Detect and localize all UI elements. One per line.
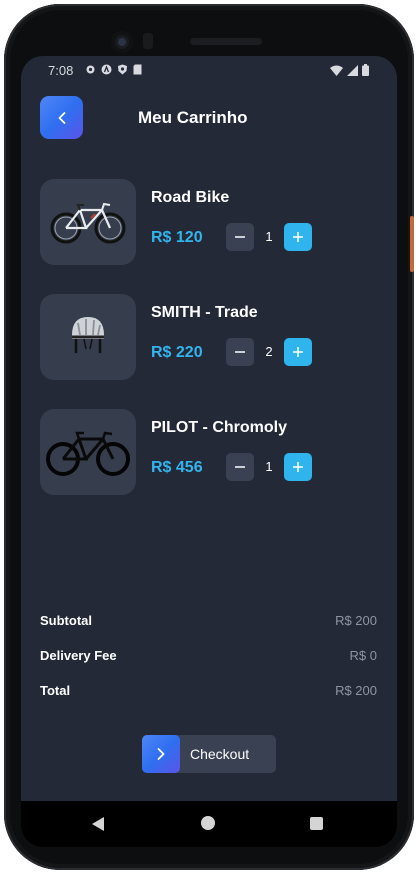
nav-home-icon[interactable] [201, 816, 215, 830]
subtotal-value: R$ 200 [335, 613, 377, 628]
item-price: R$ 220 [151, 344, 203, 361]
app-screen: 7:08 Meu Carrinho Road Bike R$ 120 1 SMI… [21, 56, 397, 801]
minus-icon [235, 351, 245, 353]
decrease-quantity-button[interactable] [226, 338, 254, 366]
product-image [40, 409, 136, 495]
quantity-value: 1 [265, 229, 273, 244]
delivery-fee-row: Delivery Fee R$ 0 [40, 648, 377, 668]
checkout-button[interactable]: Checkout [142, 735, 276, 773]
chevron-right-icon [157, 748, 165, 760]
road-bike-image [50, 202, 126, 244]
status-notification-icons [85, 64, 142, 75]
delivery-fee-label: Delivery Fee [40, 648, 117, 663]
product-image [40, 179, 136, 265]
status-bar: 7:08 [21, 56, 397, 84]
cart-item: PILOT - Chromoly R$ 456 1 [40, 409, 380, 495]
black-bike-image [46, 431, 130, 476]
plus-icon [293, 347, 303, 357]
earpiece-speaker [190, 38, 262, 45]
helmet-image [72, 317, 104, 353]
battery-icon [362, 64, 369, 76]
decrease-quantity-button[interactable] [226, 453, 254, 481]
status-system-icons [330, 64, 369, 76]
gear-icon [86, 65, 95, 74]
shield-icon [118, 64, 127, 75]
plus-icon [293, 462, 303, 472]
decrease-quantity-button[interactable] [226, 223, 254, 251]
chevron-left-icon [58, 111, 65, 124]
item-price: R$ 456 [151, 459, 203, 476]
nav-back-icon[interactable] [91, 817, 105, 831]
total-value: R$ 200 [335, 683, 377, 698]
item-name: SMITH - Trade [151, 304, 258, 321]
checkout-icon-box [142, 735, 180, 773]
item-name: Road Bike [151, 189, 230, 206]
quantity-value: 1 [265, 459, 273, 474]
plus-icon [293, 232, 303, 242]
minus-icon [235, 236, 245, 238]
delivery-fee-value: R$ 0 [349, 648, 377, 663]
total-row: Total R$ 200 [40, 683, 377, 703]
increase-quantity-button[interactable] [284, 453, 312, 481]
cart-item: SMITH - Trade R$ 220 2 [40, 294, 380, 380]
nav-recents-icon[interactable] [310, 817, 323, 830]
increase-quantity-button[interactable] [284, 223, 312, 251]
system-nav-bar [21, 801, 397, 847]
signal-icon [347, 64, 358, 76]
subtotal-row: Subtotal R$ 200 [40, 613, 377, 633]
wifi-icon [330, 65, 343, 76]
item-price: R$ 120 [151, 229, 203, 246]
front-camera [111, 31, 133, 53]
increase-quantity-button[interactable] [284, 338, 312, 366]
subtotal-label: Subtotal [40, 613, 92, 628]
back-button[interactable] [40, 96, 83, 139]
proximity-sensor [143, 33, 153, 49]
page-title: Meu Carrinho [138, 108, 248, 127]
checkout-label: Checkout [190, 746, 250, 762]
total-label: Total [40, 683, 71, 698]
a-icon [101, 64, 112, 75]
side-button [410, 216, 414, 272]
sd-card-icon [133, 64, 142, 75]
quantity-stepper: 2 [226, 338, 314, 366]
quantity-stepper: 1 [226, 453, 314, 481]
status-time: 7:08 [48, 63, 74, 78]
product-image [40, 294, 136, 380]
minus-icon [235, 466, 245, 468]
quantity-stepper: 1 [226, 223, 314, 251]
quantity-value: 2 [265, 344, 273, 359]
cart-item: Road Bike R$ 120 1 [40, 179, 380, 265]
item-name: PILOT - Chromoly [151, 419, 287, 436]
